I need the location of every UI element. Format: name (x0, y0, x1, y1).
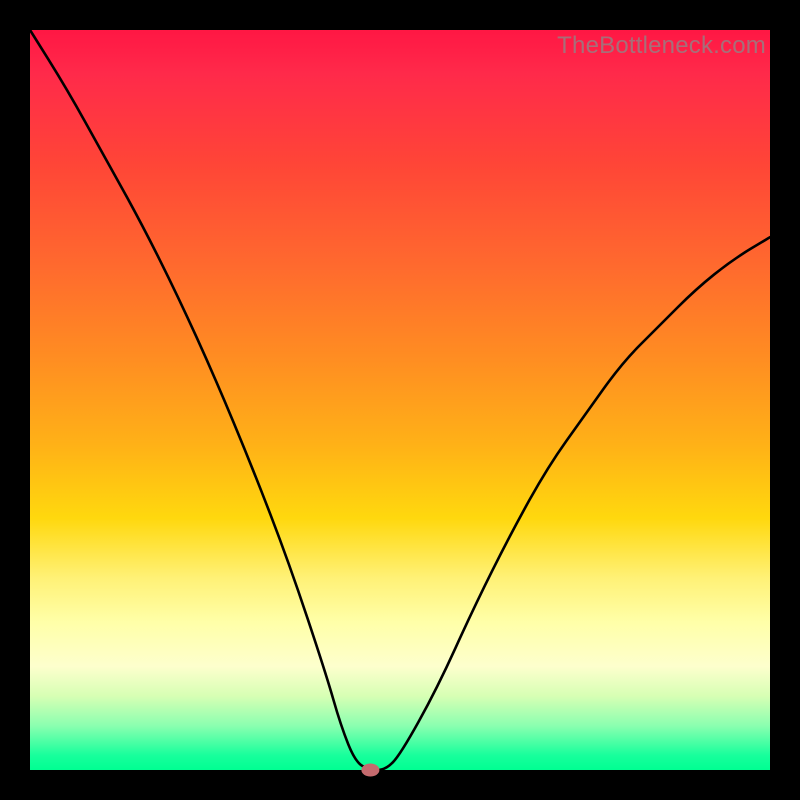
optimum-marker (361, 764, 379, 777)
bottleneck-curve (30, 30, 770, 770)
chart-svg (30, 30, 770, 770)
chart-frame: TheBottleneck.com (0, 0, 800, 800)
